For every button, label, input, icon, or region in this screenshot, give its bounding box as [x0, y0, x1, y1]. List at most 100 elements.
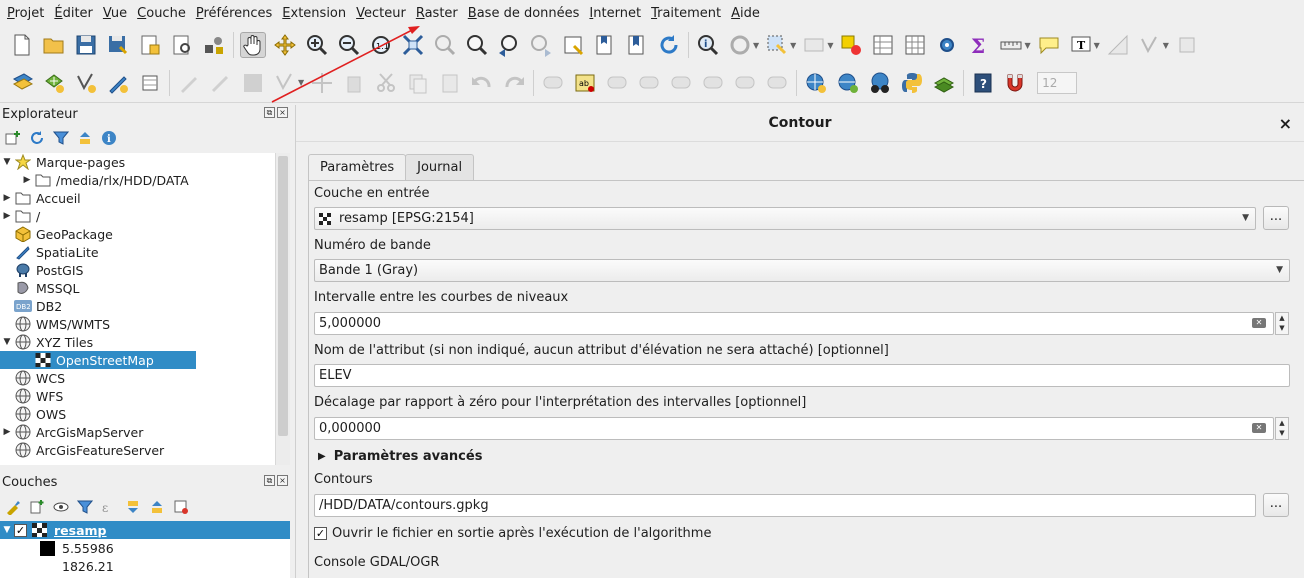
open-output-row[interactable]: ✓ Ouvrir le fichier en sortie après l'ex…	[314, 526, 711, 541]
add-layer-icon[interactable]	[9, 70, 35, 96]
remove-layer-icon[interactable]	[172, 498, 190, 516]
menu-vecteur[interactable]: Vecteur	[351, 0, 411, 27]
statistical-summary-icon[interactable]: Σ	[966, 32, 992, 58]
browser-item-[interactable]: ▶ /	[0, 207, 275, 225]
deselect-all-icon[interactable]	[838, 32, 864, 58]
open-project-icon[interactable]	[41, 32, 67, 58]
layer-item-resamp[interactable]: ▼ ✓ resamp	[0, 521, 290, 539]
save-edits-icon[interactable]	[240, 70, 266, 96]
browser-item-wms-wmts[interactable]: WMS/WMTS	[0, 315, 275, 333]
add-raster-icon[interactable]	[41, 70, 67, 96]
filter-browser-icon[interactable]	[52, 129, 70, 147]
layer-visibility-checkbox[interactable]: ✓	[14, 523, 27, 537]
menu-préférences[interactable]: Préférences	[191, 0, 277, 27]
pan-hand-icon[interactable]	[240, 32, 266, 58]
input-layer-browse-button[interactable]: ...	[1263, 206, 1289, 230]
highlight-pinned-icon[interactable]	[636, 70, 662, 96]
menu-projet[interactable]: Projet	[2, 0, 49, 27]
virtual-layer-icon[interactable]	[137, 70, 163, 96]
add-group-icon[interactable]	[28, 498, 46, 516]
change-label-icon[interactable]	[764, 70, 790, 96]
plugin-layers-icon[interactable]	[931, 70, 957, 96]
browser-item-wfs[interactable]: WFS	[0, 387, 275, 405]
attribute-input[interactable]: ELEV	[314, 364, 1290, 387]
close-panel-icon[interactable]: ×	[277, 107, 288, 118]
zoom-last-icon[interactable]	[496, 32, 522, 58]
clear-offset-icon[interactable]: ✕	[1252, 423, 1266, 433]
expand-all-icon[interactable]	[124, 498, 142, 516]
zoom-to-layer-icon[interactable]	[464, 32, 490, 58]
browser-item-spatialite[interactable]: SpatiaLite	[0, 243, 275, 261]
menu-internet[interactable]: Internet	[584, 0, 646, 27]
more-tools-icon[interactable]	[1174, 32, 1200, 58]
add-selected-layers-icon[interactable]	[4, 129, 22, 147]
tab-journal[interactable]: Journal	[405, 154, 475, 180]
bookmark-icon[interactable]	[592, 32, 618, 58]
toggle-editing-icon[interactable]	[208, 70, 234, 96]
label-toolbar-icon[interactable]	[540, 70, 566, 96]
zoom-next-icon[interactable]	[528, 32, 554, 58]
expanded-arrow-icon[interactable]: ▼	[0, 337, 14, 347]
manage-visibility-icon[interactable]	[52, 498, 70, 516]
browser-item-accueil[interactable]: ▶ Accueil	[0, 189, 275, 207]
browser-item-geopackage[interactable]: GeoPackage	[0, 225, 275, 243]
pan-to-selection-icon[interactable]	[272, 32, 298, 58]
browser-item-postgis[interactable]: PostGIS	[0, 261, 275, 279]
save-as-icon[interactable]	[105, 32, 131, 58]
tab-parametres[interactable]: Paramètres	[308, 154, 407, 181]
help-icon[interactable]: ?	[970, 70, 996, 96]
float-panel-icon[interactable]: ⧉	[264, 107, 275, 118]
digitize-angle-icon[interactable]	[1105, 32, 1131, 58]
collapsed-arrow-icon[interactable]: ▶	[0, 211, 14, 221]
output-browse-button[interactable]: ...	[1263, 493, 1289, 517]
info-icon[interactable]: i	[100, 129, 118, 147]
interval-input[interactable]: 5,000000	[314, 312, 1274, 335]
browser-item-wcs[interactable]: WCS	[0, 369, 275, 387]
filter-legend-icon[interactable]	[76, 498, 94, 516]
offset-input[interactable]: 0,000000	[314, 417, 1274, 440]
open-output-checkbox[interactable]: ✓	[314, 527, 327, 540]
browser-scrollbar[interactable]	[275, 153, 290, 465]
zoom-in-icon[interactable]	[304, 32, 330, 58]
zoom-out-icon[interactable]	[336, 32, 362, 58]
menu-extension[interactable]: Extension	[277, 0, 351, 27]
menu-aide[interactable]: Aide	[726, 0, 765, 27]
band-combo[interactable]: Bande 1 (Gray) ▼	[314, 259, 1290, 282]
menu-vue[interactable]: Vue	[98, 0, 132, 27]
field-calculator-icon[interactable]	[902, 32, 928, 58]
undo-icon[interactable]	[469, 70, 495, 96]
filter-by-expression-icon[interactable]: ε	[100, 498, 118, 516]
metasearch-icon[interactable]	[867, 70, 893, 96]
style-manager-icon[interactable]	[201, 32, 227, 58]
new-layer-pen-icon[interactable]	[105, 70, 131, 96]
save-project-icon[interactable]	[73, 32, 99, 58]
show-hide-labels-icon[interactable]	[668, 70, 694, 96]
browser-item-arcgisfeatureserver[interactable]: ArcGisFeatureServer	[0, 441, 275, 459]
attribute-table-icon[interactable]	[870, 32, 896, 58]
select-features-icon[interactable]	[764, 32, 790, 58]
browser-item-arcgismapserver[interactable]: ▶ ArcGisMapServer	[0, 423, 275, 441]
clear-interval-icon[interactable]: ✕	[1252, 318, 1266, 328]
magnet-snapping-icon[interactable]	[1002, 70, 1028, 96]
collapsed-arrow-icon[interactable]: ▶	[0, 193, 14, 203]
input-layer-combo[interactable]: resamp [EPSG:2154] ▼	[314, 207, 1256, 230]
move-label-icon[interactable]	[700, 70, 726, 96]
zoom-to-selection-icon[interactable]	[432, 32, 458, 58]
layout-manager-icon[interactable]	[169, 32, 195, 58]
close-layers-panel-icon[interactable]: ×	[277, 475, 288, 486]
layer-labeling-icon[interactable]: ab	[572, 70, 598, 96]
menu-éditer[interactable]: Éditer	[49, 0, 98, 27]
new-print-layout-icon[interactable]	[137, 32, 163, 58]
new-project-icon[interactable]	[9, 32, 35, 58]
refresh-icon[interactable]	[656, 32, 682, 58]
browser-item-xyz-tiles[interactable]: ▼ XYZ Tiles	[0, 333, 275, 351]
processing-toolbox-icon[interactable]	[934, 32, 960, 58]
cut-features-icon[interactable]	[373, 70, 399, 96]
redo-icon[interactable]	[501, 70, 527, 96]
new-map-view-icon[interactable]	[560, 32, 586, 58]
text-annotation-icon[interactable]: T	[1068, 32, 1094, 58]
collapse-layers-icon[interactable]	[148, 498, 166, 516]
copy-features-icon[interactable]	[405, 70, 431, 96]
collapse-arrow-icon[interactable]: ▼	[0, 525, 14, 535]
delete-selected-icon[interactable]	[341, 70, 367, 96]
